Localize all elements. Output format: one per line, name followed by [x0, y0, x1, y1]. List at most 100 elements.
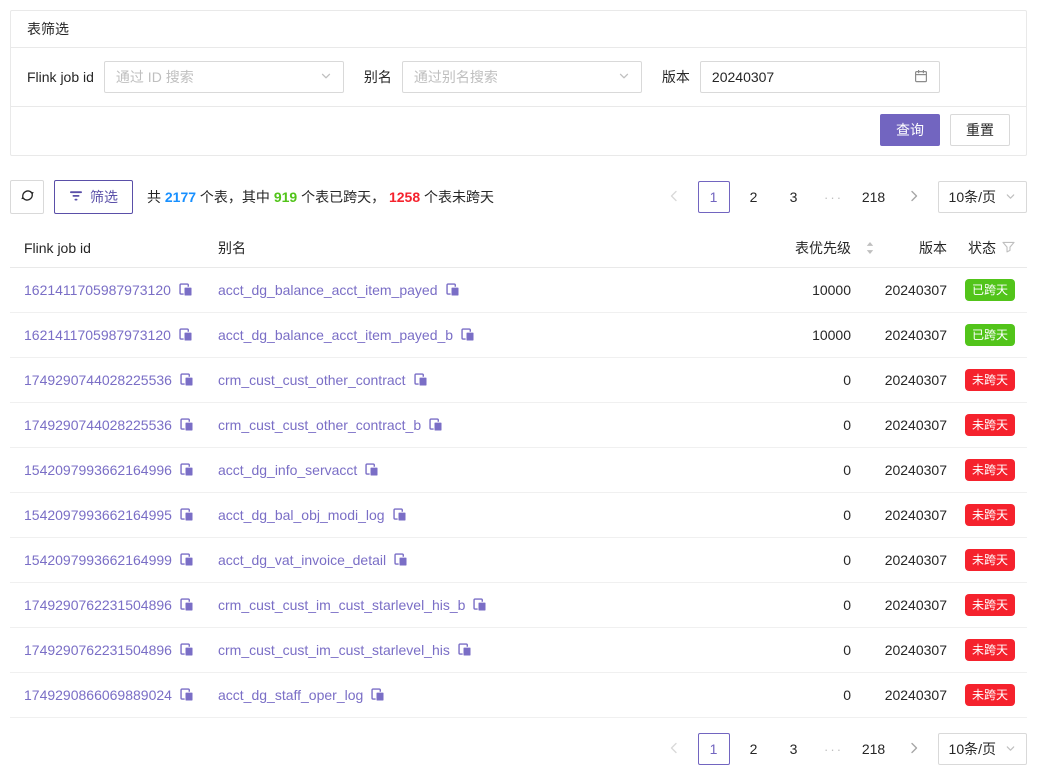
alias-link[interactable]: crm_cust_cust_im_cust_starlevel_his_b — [218, 597, 465, 613]
alias-link[interactable]: crm_cust_cust_im_cust_starlevel_his — [218, 642, 450, 658]
copy-icon[interactable] — [414, 373, 428, 387]
copy-icon[interactable] — [179, 283, 193, 297]
flink-job-id-link[interactable]: 1542097993662164999 — [24, 552, 172, 568]
flink-job-id-link[interactable]: 1621411705987973120 — [24, 282, 171, 298]
filter-row: Flink job id 通过 ID 搜索 别名 通过别名搜索 版本 20240… — [11, 48, 1026, 107]
prev-page-button[interactable] — [658, 733, 690, 765]
flink-job-id-link[interactable]: 1621411705987973120 — [24, 327, 171, 343]
table-row: 1749290744028225536 crm_cust_cust_other_… — [10, 358, 1027, 403]
copy-icon[interactable] — [458, 643, 472, 657]
priority-cell: 0 — [731, 642, 851, 658]
copy-icon[interactable] — [180, 553, 194, 567]
alias-link[interactable]: acct_dg_info_servacct — [218, 462, 357, 478]
refresh-icon — [20, 188, 35, 206]
header-flink-job-id: Flink job id — [10, 240, 204, 256]
alias-cell: acct_dg_vat_invoice_detail — [204, 552, 731, 568]
flink-job-id-placeholder: 通过 ID 搜索 — [116, 67, 194, 87]
flink-job-id-link[interactable]: 1749290866069889024 — [24, 687, 172, 703]
header-priority-label: 表优先级 — [795, 238, 851, 258]
flink-job-id-link[interactable]: 1749290744028225536 — [24, 372, 172, 388]
alias-cell: crm_cust_cust_other_contract — [204, 372, 731, 388]
version-date-input[interactable]: 20240307 — [700, 61, 940, 93]
flink-job-id-link[interactable]: 1542097993662164995 — [24, 507, 172, 523]
stats-text: 个表未跨天 — [420, 189, 494, 205]
chevron-left-icon — [669, 189, 679, 205]
next-page-button[interactable] — [898, 181, 930, 213]
copy-icon[interactable] — [180, 598, 194, 612]
flink-job-id-select[interactable]: 通过 ID 搜索 — [104, 61, 344, 93]
flink-job-id-cell: 1621411705987973120 — [10, 327, 204, 343]
page-button-2[interactable]: 2 — [738, 181, 770, 213]
page-button-3[interactable]: 3 — [778, 181, 810, 213]
filter-actions: 查询 重置 — [11, 107, 1026, 155]
alias-link[interactable]: acct_dg_bal_obj_modi_log — [218, 507, 385, 523]
alias-link[interactable]: acct_dg_staff_oper_log — [218, 687, 363, 703]
flink-job-id-link[interactable]: 1542097993662164996 — [24, 462, 172, 478]
flink-job-id-link[interactable]: 1749290762231504896 — [24, 597, 172, 613]
flink-job-id-link[interactable]: 1749290744028225536 — [24, 417, 172, 433]
status-badge: 已跨天 — [965, 324, 1015, 346]
data-table: Flink job id 别名 表优先级 版本 状态 1621411705987… — [10, 228, 1027, 718]
status-cell: 未跨天 — [947, 684, 1027, 706]
filter-funnel-icon[interactable] — [1002, 240, 1015, 256]
flink-job-id-cell: 1749290866069889024 — [10, 687, 204, 703]
copy-icon[interactable] — [461, 328, 475, 342]
alias-link[interactable]: acct_dg_balance_acct_item_payed_b — [218, 327, 453, 343]
sort-carets-icon[interactable] — [865, 240, 875, 255]
alias-cell: acct_dg_bal_obj_modi_log — [204, 507, 731, 523]
table-row: 1621411705987973120 acct_dg_balance_acct… — [10, 313, 1027, 358]
version-cell: 20240307 — [851, 282, 947, 298]
copy-icon[interactable] — [446, 283, 460, 297]
priority-cell: 0 — [731, 687, 851, 703]
copy-icon[interactable] — [394, 553, 408, 567]
page-button-last[interactable]: 218 — [858, 181, 890, 213]
next-page-button[interactable] — [898, 733, 930, 765]
reset-button[interactable]: 重置 — [950, 114, 1010, 146]
header-status: 状态 — [947, 238, 1027, 258]
alias-link[interactable]: crm_cust_cust_other_contract — [218, 372, 406, 388]
copy-icon[interactable] — [393, 508, 407, 522]
alias-link[interactable]: acct_dg_vat_invoice_detail — [218, 552, 386, 568]
refresh-button[interactable] — [10, 180, 44, 214]
status-badge: 已跨天 — [965, 279, 1015, 301]
page-ellipsis[interactable]: ··· — [818, 733, 850, 765]
priority-cell: 0 — [731, 462, 851, 478]
chevron-right-icon — [909, 189, 919, 205]
copy-icon[interactable] — [429, 418, 443, 432]
page-button-1[interactable]: 1 — [698, 733, 730, 765]
copy-icon[interactable] — [179, 328, 193, 342]
calendar-icon — [914, 69, 928, 86]
copy-icon[interactable] — [180, 643, 194, 657]
copy-icon[interactable] — [180, 688, 194, 702]
page-button-1[interactable]: 1 — [698, 181, 730, 213]
flink-job-id-link[interactable]: 1749290762231504896 — [24, 642, 172, 658]
alias-link[interactable]: crm_cust_cust_other_contract_b — [218, 417, 421, 433]
priority-cell: 0 — [731, 417, 851, 433]
pagination-bottom: 1 2 3 ··· 218 10条/页 — [658, 733, 1027, 765]
page-button-3[interactable]: 3 — [778, 733, 810, 765]
version-cell: 20240307 — [851, 417, 947, 433]
alias-field: 别名 通过别名搜索 — [364, 61, 642, 93]
page-button-last[interactable]: 218 — [858, 733, 890, 765]
alias-select[interactable]: 通过别名搜索 — [402, 61, 642, 93]
page-size-label: 10条/页 — [949, 187, 996, 207]
prev-page-button[interactable] — [658, 181, 690, 213]
query-button[interactable]: 查询 — [880, 114, 940, 146]
copy-icon[interactable] — [473, 598, 487, 612]
copy-icon[interactable] — [180, 418, 194, 432]
copy-icon[interactable] — [180, 463, 194, 477]
copy-icon[interactable] — [180, 373, 194, 387]
page-size-select[interactable]: 10条/页 — [938, 181, 1027, 213]
flink-job-id-cell: 1542097993662164995 — [10, 507, 204, 523]
copy-icon[interactable] — [371, 688, 385, 702]
copy-icon[interactable] — [365, 463, 379, 477]
alias-link[interactable]: acct_dg_balance_acct_item_payed — [218, 282, 438, 298]
crossed-count: 919 — [274, 189, 297, 205]
page-size-select[interactable]: 10条/页 — [938, 733, 1027, 765]
copy-icon[interactable] — [180, 508, 194, 522]
alias-cell: acct_dg_balance_acct_item_payed — [204, 282, 731, 298]
page-ellipsis[interactable]: ··· — [818, 181, 850, 213]
filter-toggle-button[interactable]: 筛选 — [54, 180, 133, 214]
page-button-2[interactable]: 2 — [738, 733, 770, 765]
header-priority[interactable]: 表优先级 — [731, 238, 851, 258]
